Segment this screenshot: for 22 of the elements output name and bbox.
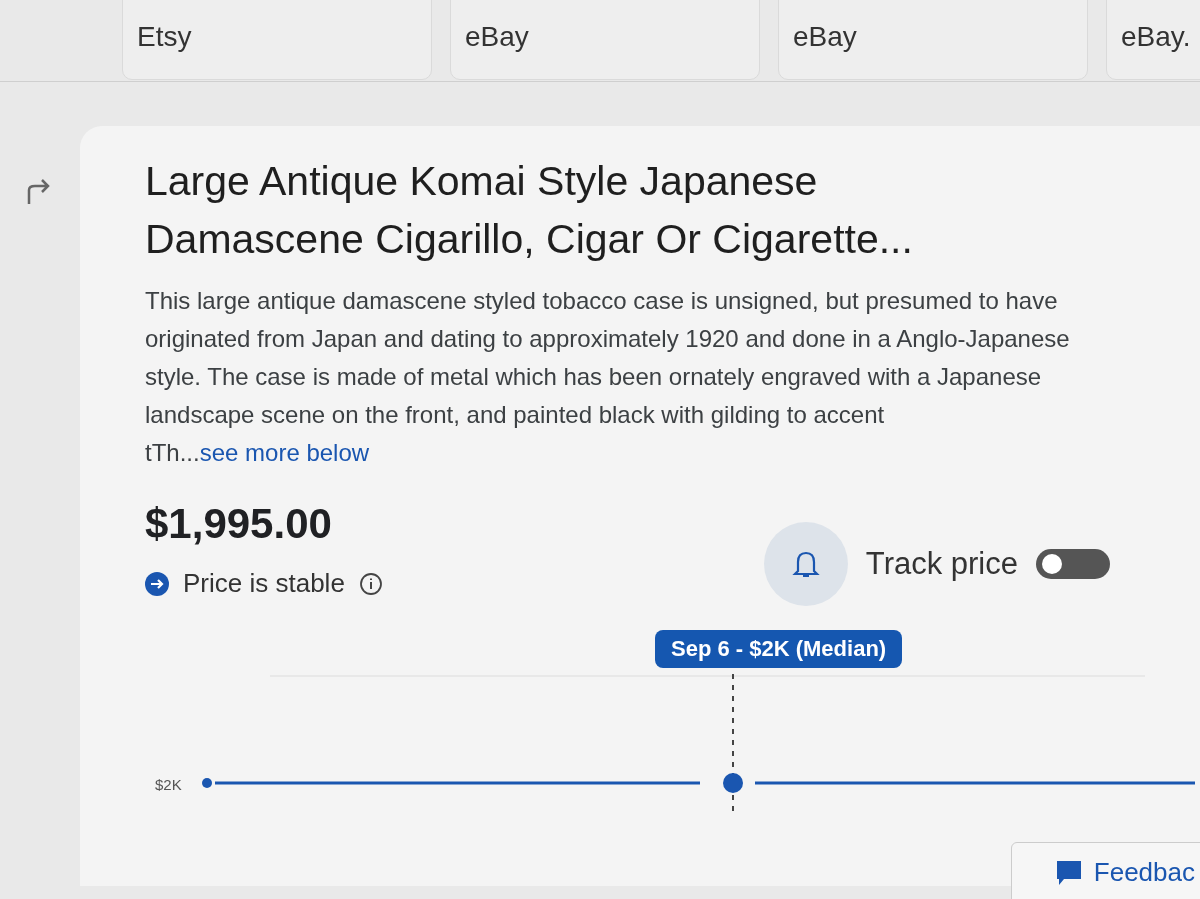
source-label: eBay. bbox=[1121, 21, 1191, 53]
related-item-card[interactable]: eBay. bbox=[1106, 0, 1200, 80]
related-item-card[interactable]: Etsy bbox=[122, 0, 432, 80]
related-item-card[interactable]: eBay bbox=[450, 0, 760, 80]
price-status: Price is stable bbox=[183, 568, 345, 599]
feedback-icon bbox=[1055, 859, 1082, 886]
source-label: eBay bbox=[793, 21, 857, 53]
product-price: $1,995.00 bbox=[145, 500, 333, 548]
product-description: This large antique damascene styled tobacco case is unsigned, but presumed to have originated from Japan and dating to approximately 1920 and done in a Anglo-Japanese style. The case is made of metal which has been ornately engraved with a Japanese landscape scene on the front, and painted black with gilding to accent tTh...see more below bbox=[145, 286, 1071, 468]
feedback-button[interactable]: Feedbac bbox=[1010, 842, 1200, 899]
related-item-card[interactable]: eBay bbox=[778, 0, 1088, 80]
bell-icon bbox=[791, 549, 820, 579]
track-price-toggle[interactable] bbox=[1036, 549, 1110, 579]
see-more-link[interactable]: see more below bbox=[199, 439, 370, 466]
axis-label: $2K bbox=[155, 776, 182, 793]
source-label: Etsy bbox=[137, 21, 192, 53]
chart-tooltip: Sep 6 - $2K (Median) bbox=[655, 630, 903, 668]
source-label: eBay bbox=[465, 21, 529, 53]
info-icon[interactable] bbox=[358, 571, 383, 596]
arrow-circle-icon bbox=[145, 571, 169, 596]
track-price-label: Track price bbox=[865, 546, 1018, 582]
product-title: Large Antique Komai Style Japanese Damascene Cigarillo, Cigar Or Cigarette... bbox=[145, 157, 914, 264]
